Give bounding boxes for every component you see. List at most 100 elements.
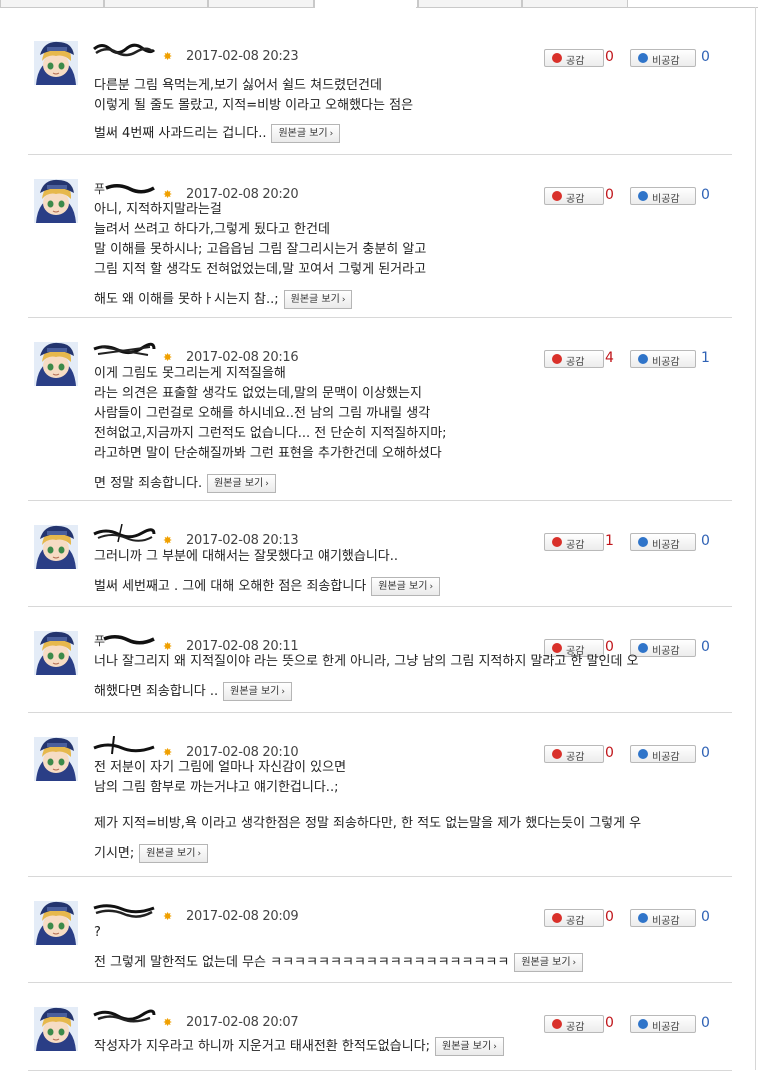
anime-avatar-icon[interactable] [34, 179, 78, 223]
view-original-button[interactable]: 원본글 보기 › [223, 682, 292, 701]
anime-avatar-icon[interactable] [34, 41, 78, 85]
comment-item: ✸ 2017-02-08 20:07 공감 0 비공감 0 작성자가 지우라고 … [28, 982, 732, 1071]
comment-item: ✸ 2017-02-08 20:13 공감 1 비공감 0 그러니까 그 부분에… [28, 500, 732, 607]
chevron-right-icon: › [341, 295, 346, 305]
sun-badge-icon: ✸ [163, 50, 173, 63]
dislike-count: 0 [701, 49, 710, 65]
comment-item: ✸ 2017-02-08 20:23 공감 0 비공감 0 다른분 그림 욕먹는… [28, 16, 732, 155]
comment-line: 라는 의견은 표출할 생각도 없었는데,말의 문맥이 이상했는지 [94, 386, 422, 401]
comment-body: 아니, 지적하지말라는걸 늘려서 쓰려고 하다가,그렇게 됬다고 한건데 말 이… [94, 200, 734, 310]
author-name-redacted[interactable] [92, 900, 156, 920]
comment-line-last: 전 그렇게 말한적도 없는데 무슨 ㅋㅋㅋㅋㅋㅋㅋㅋㅋㅋㅋㅋㅋㅋㅋㅋㅋㅋㅋㅋ 원본… [94, 953, 734, 973]
active-tab-gap [315, 7, 416, 9]
view-original-button[interactable]: 원본글 보기 › [371, 577, 441, 596]
sun-badge-icon: ✸ [163, 534, 173, 547]
chevron-right-icon: › [265, 479, 269, 489]
author-name-redacted[interactable] [92, 40, 156, 60]
comment-item: 푸 ✸ 2017-02-08 20:11 공감 0 비공감 0 너나 잘그리지 … [28, 606, 732, 713]
comment-item: ✸ 2017-02-08 20:10 공감 0 비공감 0 전 저분이 자기 그… [28, 712, 732, 877]
author-name-redacted[interactable]: 푸 [92, 178, 156, 198]
view-original-button[interactable]: 원본글 보기 › [139, 844, 209, 863]
comment-line: 남의 그림 함부로 까는거냐고 얘기한겁니다..; [94, 780, 339, 795]
anime-avatar-icon[interactable] [34, 342, 78, 386]
author-name-redacted[interactable] [92, 736, 156, 756]
comment-date: 2017-02-08 20:09 [186, 909, 299, 924]
chevron-right-icon: › [197, 849, 202, 859]
dislike-dot-icon [638, 913, 648, 923]
view-original-button[interactable]: 원본글 보기 › [207, 474, 276, 493]
dislike-dot-icon [638, 1019, 648, 1029]
chevron-right-icon: › [429, 582, 434, 592]
like-button[interactable]: 공감 [544, 49, 604, 67]
comment-line: 너나 잘그리지 왜 지적질이야 라는 뜻으로 한게 아니라, 그냥 남의 그림 … [94, 654, 639, 669]
view-original-button[interactable]: 원본글 보기 › [271, 124, 341, 143]
author-name-redacted[interactable] [92, 1006, 156, 1026]
comment-body: 전 저분이 자기 그림에 얼마나 자신감이 있으면 남의 그림 함부로 까는거냐… [94, 758, 734, 864]
dislike-dot-icon [638, 354, 648, 364]
like-count: 0 [605, 49, 614, 65]
author-name-redacted[interactable]: 푸 [92, 630, 156, 650]
author-name-redacted[interactable] [92, 524, 156, 544]
comment-line: 전 저분이 자기 그림에 얼마나 자신감이 있으면 [94, 760, 347, 775]
comment-line: 이렇게 될 줄도 몰랐고, 지적=비방 이라고 오해했다는 점은 [94, 98, 414, 113]
comment-line-last: 벌써 4번째 사과드리는 겁니다.. 원본글 보기 › [94, 124, 734, 144]
comment-line-last: 면 정말 죄송합니다. 원본글 보기 › [94, 474, 734, 494]
comment-line: 다른분 그림 욕먹는게,보기 싫어서 쉴드 쳐드렸던건데 [94, 78, 382, 93]
sun-badge-icon: ✸ [163, 910, 173, 923]
author-name-redacted[interactable] [92, 341, 156, 361]
like-button[interactable]: 공감 [544, 1015, 604, 1033]
comment-line-last: 벌써 세번째고 . 그에 대해 오해한 점은 죄송합니다 원본글 보기 › [94, 577, 734, 597]
dislike-button[interactable]: 비공감 [630, 1015, 696, 1033]
comment-line: 전혀없고,지금까지 그런적도 없습니다... 전 단순히 지적질하지마; [94, 426, 447, 441]
svg-text:푸: 푸 [94, 182, 105, 196]
comment-line-last: 해도 왜 이해를 못하ㅏ시는지 참..; 원본글 보기 › [94, 290, 734, 310]
comment-date: 2017-02-08 20:23 [186, 49, 299, 64]
dislike-dot-icon [638, 53, 648, 63]
anime-avatar-icon[interactable] [34, 901, 78, 945]
comment-line: 그림 지적 할 생각도 전혀없었는데,말 꼬여서 그렇게 된거라고 [94, 262, 427, 277]
comment-line: ? [94, 925, 101, 940]
chevron-right-icon: › [281, 687, 285, 697]
comment-line [94, 798, 734, 808]
comment-body: 다른분 그림 욕먹는게,보기 싫어서 쉴드 쳐드렸던건데 이렇게 될 줄도 몰랐… [94, 76, 734, 144]
view-original-button[interactable]: 원본글 보기 › [514, 953, 584, 972]
dislike-count: 0 [701, 1015, 710, 1031]
chevron-right-icon: › [572, 958, 577, 968]
like-dot-icon [552, 53, 562, 63]
like-dot-icon [552, 537, 562, 547]
chevron-right-icon: › [493, 1042, 497, 1052]
anime-avatar-icon[interactable] [34, 737, 78, 781]
comment-line: 이게 그림도 못그리는게 지적질을해 [94, 366, 286, 381]
comment-item: ✸ 2017-02-08 20:16 공감 4 비공감 1 이게 그림도 못그리… [28, 317, 732, 501]
comment-item: 푸 ✸ 2017-02-08 20:20 공감 0 비공감 0 아니, 지적하지… [28, 154, 732, 318]
comment-body: ? 전 그렇게 말한적도 없는데 무슨 ㅋㅋㅋㅋㅋㅋㅋㅋㅋㅋㅋㅋㅋㅋㅋㅋㅋㅋㅋㅋ… [94, 923, 734, 973]
view-original-button[interactable]: 원본글 보기 › [435, 1037, 504, 1056]
svg-text:푸: 푸 [94, 634, 105, 648]
anime-avatar-icon[interactable] [34, 1007, 78, 1051]
comment-date: 2017-02-08 20:07 [186, 1015, 299, 1030]
comment-body: 그러니까 그 부분에 대해서는 잘못했다고 얘기했습니다.. 벌써 세번째고 .… [94, 547, 734, 597]
chevron-right-icon: › [329, 129, 334, 139]
comment-line: 말 이해를 못하시나; 고읍읍님 그림 잘그리시는거 충분히 알고 [94, 242, 427, 257]
view-original-button[interactable]: 원본글 보기 › [283, 290, 353, 309]
comment-line-last: 기시면; 원본글 보기 › [94, 844, 734, 864]
like-dot-icon [552, 354, 562, 364]
anime-avatar-icon[interactable] [34, 631, 78, 675]
content-border [755, 7, 756, 1070]
comment-line: 그러니까 그 부분에 대해서는 잘못했다고 얘기했습니다.. [94, 549, 399, 564]
comment-line-last: 작성자가 지우라고 하니까 지운거고 태새전환 한적도없습니다; 원본글 보기 › [94, 1037, 734, 1057]
sun-badge-icon: ✸ [163, 1016, 173, 1029]
anime-avatar-icon[interactable] [34, 525, 78, 569]
dislike-button[interactable]: 비공감 [630, 49, 696, 67]
comment-body: 이게 그림도 못그리는게 지적질을해 라는 의견은 표출할 생각도 없었는데,말… [94, 364, 734, 494]
like-dot-icon [552, 913, 562, 923]
comment-line: 사람들이 그런걸로 오해를 하시네요..전 남의 그림 까내릴 생각 [94, 406, 431, 421]
like-dot-icon [552, 1019, 562, 1029]
comment-date: 2017-02-08 20:16 [186, 350, 299, 365]
comment-line-last: 해했다면 죄송합니다 .. 원본글 보기 › [94, 682, 734, 702]
comment-body: 작성자가 지우라고 하니까 지운거고 태새전환 한적도없습니다; 원본글 보기 › [94, 1037, 734, 1057]
comment-body: 너나 잘그리지 왜 지적질이야 라는 뜻으로 한게 아니라, 그냥 남의 그림 … [94, 652, 734, 702]
comment-line: 라고하면 말이 단순해질까봐 그런 표현을 추가한건데 오해하셨다 [94, 446, 442, 461]
comment-line: 늘려서 쓰려고 하다가,그렇게 됬다고 한건데 [94, 222, 330, 237]
sun-badge-icon: ✸ [163, 351, 173, 364]
